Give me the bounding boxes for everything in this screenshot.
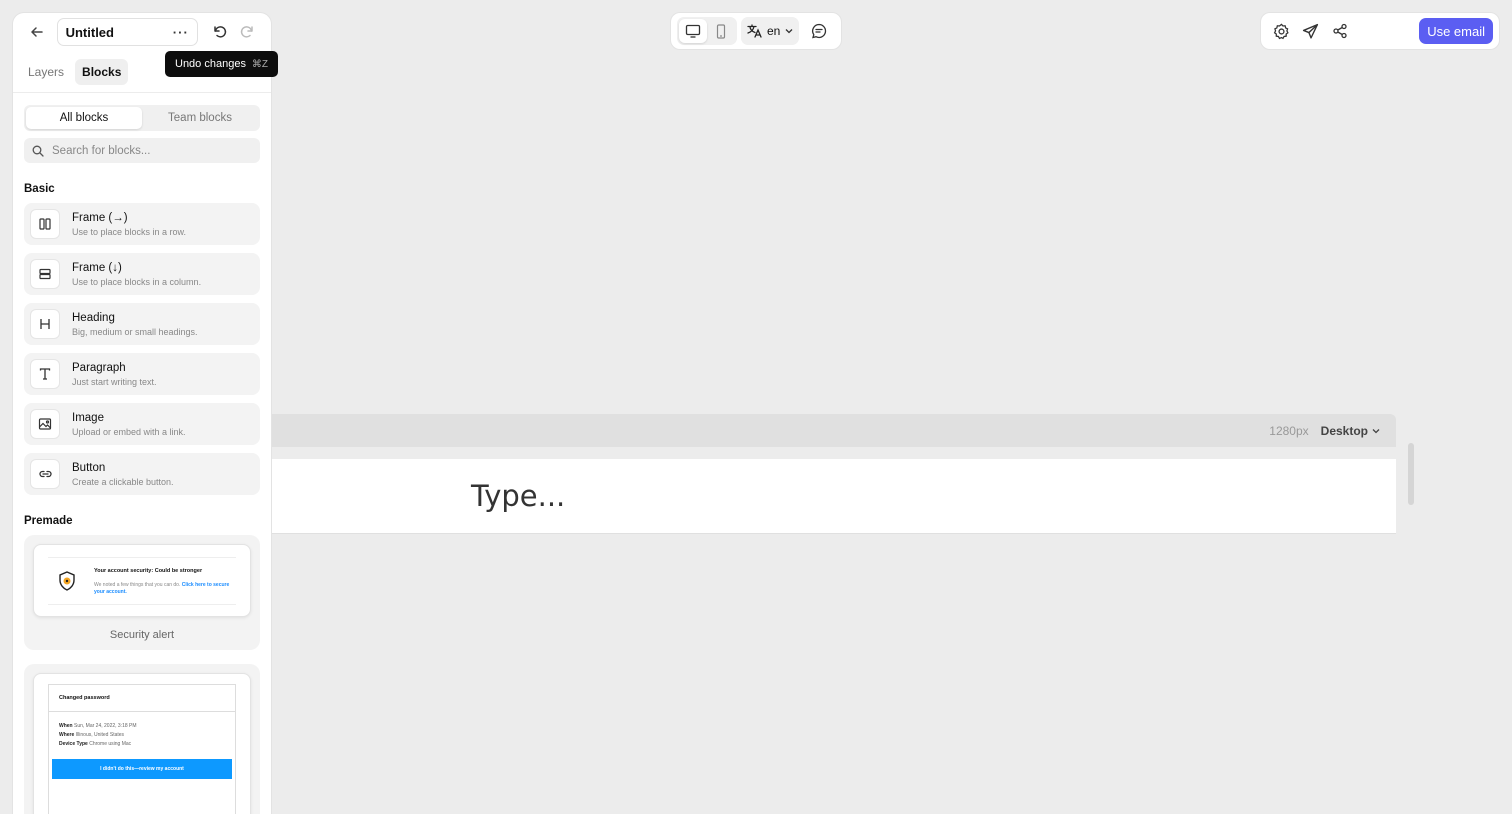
premade-section-heading: Premade [24, 515, 73, 527]
preview-title: Changed password [49, 685, 235, 712]
text-icon [30, 359, 60, 389]
all-blocks-tab[interactable]: All blocks [26, 107, 142, 129]
premade-caption: Security alert [109, 629, 175, 641]
document-title-field[interactable]: Untitled ··· [56, 18, 198, 46]
device-toggle [677, 17, 737, 45]
actions-toolbar: Use email [1260, 12, 1500, 50]
gear-icon [1273, 23, 1289, 39]
share-icon [1332, 23, 1347, 39]
heading-icon [30, 309, 60, 339]
settings-button[interactable] [1267, 17, 1296, 45]
more-options-icon[interactable]: ··· [173, 25, 189, 40]
view-toolbar: en [670, 12, 842, 50]
block-description: Use to place blocks in a column. [72, 276, 202, 287]
search-icon [32, 145, 44, 157]
canvas-header: 1280px Desktop [272, 414, 1396, 447]
send-test-button[interactable] [1296, 17, 1325, 45]
block-search [24, 138, 260, 163]
premade-changed-password[interactable]: Changed password When Sun, Mar 24, 2022,… [24, 664, 260, 814]
block-image[interactable]: Image Upload or embed with a link. [24, 403, 260, 445]
phone-icon [716, 23, 726, 39]
mobile-view-button[interactable] [707, 19, 735, 43]
undo-icon [213, 26, 226, 38]
block-description: Use to place blocks in a row. [72, 226, 187, 237]
viewport-selector[interactable]: Desktop [1321, 424, 1380, 438]
tooltip-shortcut: ⌘Z [251, 58, 268, 70]
desktop-view-button[interactable] [679, 19, 707, 43]
preview-button: I didn't do this—review my account [52, 759, 232, 779]
rows-icon [30, 259, 60, 289]
team-blocks-tab[interactable]: Team blocks [142, 107, 258, 129]
security-alert-preview: Your account security: Could be stronger… [33, 544, 251, 617]
redo-button[interactable] [233, 18, 261, 46]
preview-row: Where Illinous, United States [59, 732, 125, 738]
block-description: Create a clickable button. [72, 476, 174, 487]
redo-icon [241, 26, 253, 38]
use-email-button[interactable]: Use email [1419, 18, 1493, 44]
tab-blocks[interactable]: Blocks [75, 58, 129, 85]
arrow-left-icon [31, 27, 43, 37]
chevron-down-icon [785, 29, 793, 34]
block-scope-toggle: All blocks Team blocks [24, 105, 260, 131]
panel-topbar: Untitled ··· [13, 13, 271, 51]
block-description: Just start writing text. [72, 376, 157, 387]
comments-button[interactable] [805, 17, 833, 45]
monitor-icon [685, 24, 701, 38]
preview-row: Device Type Chrome using Mac [59, 741, 132, 747]
document-title: Untitled [65, 24, 114, 40]
preview-body: We noted a few things that you can do. C… [94, 581, 230, 595]
block-button[interactable]: Button Create a clickable button. [24, 453, 260, 495]
preview-row: When Sun, Mar 24, 2022, 3:18 PM [59, 723, 137, 729]
block-name: Image [72, 411, 104, 424]
basic-section-heading: Basic [24, 183, 55, 195]
back-button[interactable] [23, 18, 51, 46]
block-name: Button [72, 461, 106, 474]
link-icon [30, 459, 60, 489]
share-button[interactable] [1325, 17, 1354, 45]
block-name: Paragraph [72, 361, 126, 374]
tab-layers[interactable]: Layers [21, 59, 71, 85]
columns-icon [30, 209, 60, 239]
left-panel: Untitled ··· Layers Blocks All blocks Te… [12, 12, 272, 814]
block-name: Frame (→) [72, 211, 128, 224]
block-description: Big, medium or small headings. [72, 326, 198, 337]
block-description: Upload or embed with a link. [72, 426, 186, 437]
undo-button[interactable] [206, 18, 234, 46]
block-paragraph[interactable]: Paragraph Just start writing text. [24, 353, 260, 395]
block-frame-column[interactable]: Frame (↓) Use to place blocks in a colum… [24, 253, 260, 295]
canvas-width-label: 1280px [1269, 423, 1309, 438]
comment-icon [812, 23, 827, 39]
tooltip-label: Undo changes [175, 58, 246, 70]
send-icon [1302, 23, 1319, 39]
chevron-down-icon [1372, 428, 1380, 433]
block-heading[interactable]: Heading Big, medium or small headings. [24, 303, 260, 345]
email-canvas[interactable]: Type... [272, 459, 1396, 534]
preview-title: Your account security: Could be stronger [94, 567, 203, 574]
language-selector[interactable]: en [741, 17, 800, 45]
block-frame-row[interactable]: Frame (→) Use to place blocks in a row. [24, 203, 260, 245]
canvas-scrollbar[interactable] [1408, 443, 1414, 505]
undo-tooltip: Undo changes ⌘Z [165, 51, 278, 77]
shield-icon [59, 570, 75, 591]
block-name: Heading [72, 311, 115, 324]
changed-password-preview: Changed password When Sun, Mar 24, 2022,… [33, 673, 251, 814]
search-input[interactable] [52, 144, 252, 157]
translate-icon [747, 24, 762, 38]
language-code: en [767, 24, 781, 38]
premade-security-alert[interactable]: Your account security: Could be stronger… [24, 535, 260, 650]
block-name: Frame (↓) [72, 261, 122, 274]
text-placeholder[interactable]: Type... [471, 479, 565, 513]
image-icon [30, 409, 60, 439]
viewport-label: Desktop [1320, 423, 1368, 438]
